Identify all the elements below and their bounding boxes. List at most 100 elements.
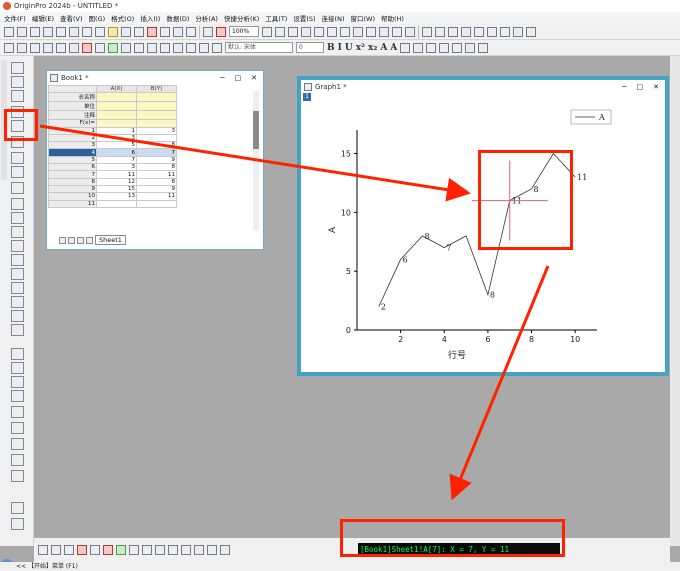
insert-graph-icon[interactable]: [11, 296, 24, 308]
superscript-button[interactable]: x²: [356, 43, 365, 53]
meta-cell[interactable]: [136, 92, 177, 103]
menu-analysis[interactable]: 分析(A): [195, 13, 218, 23]
contour-plot-icon[interactable]: [168, 545, 178, 555]
refresh-icon[interactable]: [275, 26, 285, 37]
zoom-in-icon[interactable]: [43, 42, 53, 53]
save-window-icon[interactable]: [173, 26, 183, 37]
matrix-icon[interactable]: [11, 406, 24, 418]
print-icon[interactable]: [262, 26, 272, 37]
rescale-y-icon[interactable]: [30, 42, 40, 53]
area-plot-icon[interactable]: [116, 545, 126, 555]
layer-contents-icon[interactable]: [121, 42, 131, 53]
italic-button[interactable]: I: [338, 43, 342, 53]
cell[interactable]: 8: [136, 163, 177, 172]
text-tool-icon[interactable]: [11, 198, 24, 210]
color-bars-icon[interactable]: [11, 348, 24, 360]
zoom-tool-icon[interactable]: [11, 76, 24, 88]
menu-graph[interactable]: 图(G): [89, 13, 106, 23]
first-sheet-icon[interactable]: [59, 236, 66, 244]
line-style-icon[interactable]: [452, 42, 463, 53]
meta-cell[interactable]: [96, 92, 137, 103]
font-size-select[interactable]: 0: [296, 42, 324, 53]
table-icon[interactable]: [526, 26, 536, 37]
export-icon[interactable]: [301, 26, 311, 37]
new-matrix-icon[interactable]: [43, 26, 53, 37]
open-excel-icon[interactable]: [134, 26, 144, 37]
draw-data-tool-icon[interactable]: [11, 182, 24, 194]
subscript-button[interactable]: x₂: [368, 43, 377, 53]
menu-connect[interactable]: 连接(N): [322, 13, 345, 23]
cell[interactable]: 6: [96, 148, 137, 157]
row-number[interactable]: 3: [48, 141, 97, 150]
row-number[interactable]: 10: [48, 192, 97, 201]
function-icon[interactable]: [11, 470, 24, 482]
zoom-out-icon[interactable]: [56, 42, 66, 53]
cell[interactable]: 11: [136, 170, 177, 179]
specialized-plot-icon[interactable]: [207, 545, 217, 555]
increase-font-button[interactable]: A: [380, 43, 387, 53]
cell[interactable]: 11: [96, 170, 137, 179]
open-folder-icon[interactable]: [108, 26, 118, 37]
filter-remove-icon[interactable]: [500, 26, 510, 37]
report-icon[interactable]: [11, 362, 24, 374]
filter-funnel-icon[interactable]: [513, 26, 523, 37]
menu-quick-analysis[interactable]: 快捷分析(K): [224, 13, 259, 23]
column-stats-icon[interactable]: [448, 26, 458, 37]
set-column-icon[interactable]: [461, 26, 471, 37]
row-number[interactable]: 1: [48, 126, 97, 135]
scatter-plot-icon[interactable]: [51, 545, 61, 555]
prev-sheet-icon[interactable]: [68, 236, 75, 244]
meta-cell[interactable]: [136, 101, 177, 112]
add-column-icon[interactable]: [474, 26, 484, 37]
zoom-select[interactable]: 100%: [229, 26, 259, 37]
record-icon[interactable]: [216, 26, 226, 37]
row-number[interactable]: 9: [48, 184, 97, 194]
symbol-icon[interactable]: [478, 42, 489, 53]
curved-arrow-tool-icon[interactable]: [11, 226, 24, 238]
cell[interactable]: [136, 133, 177, 143]
meta-cell[interactable]: [96, 110, 137, 121]
column-header-a[interactable]: A(X): [96, 84, 137, 94]
insert-equation-icon[interactable]: [11, 282, 24, 294]
meta-cell[interactable]: [136, 110, 177, 121]
menu-view[interactable]: 查看(V): [60, 13, 83, 23]
menu-edit[interactable]: 编辑(E): [32, 13, 54, 23]
extract-layers-icon[interactable]: [95, 42, 105, 53]
menu-tools[interactable]: 工具(T): [265, 13, 287, 23]
cloud-icon[interactable]: [147, 26, 157, 37]
menu-help[interactable]: 帮助(H): [381, 13, 404, 23]
new-notes-icon[interactable]: [69, 26, 79, 37]
merge-graph-icon[interactable]: [82, 42, 92, 53]
font-color-icon[interactable]: [439, 42, 450, 53]
worksheet-grid[interactable]: A(X) B(Y) 长名称 单位 注释 F(x)= 113 23 358 467…: [48, 84, 263, 208]
multi-panel-icon[interactable]: [103, 545, 113, 555]
workbook-icon[interactable]: [11, 390, 24, 402]
row-number[interactable]: 7: [48, 170, 97, 179]
scroll-thumb[interactable]: [253, 111, 259, 149]
row-number[interactable]: 11: [48, 199, 97, 208]
cell[interactable]: 15: [96, 184, 137, 194]
cell[interactable]: 8: [136, 141, 177, 150]
sort-icon[interactable]: [435, 26, 445, 37]
open-template-icon[interactable]: [121, 26, 131, 37]
pan-tool-icon[interactable]: [11, 268, 24, 280]
template-icon[interactable]: [181, 545, 191, 555]
menu-window[interactable]: 窗口(W): [350, 13, 375, 23]
row-number[interactable]: 8: [48, 177, 97, 186]
decrease-font-button[interactable]: A: [390, 43, 397, 53]
meta-cell[interactable]: [96, 101, 137, 112]
polar-plot-icon[interactable]: [129, 545, 139, 555]
workbook-titlebar[interactable]: Book1 * ─ □ ✕: [47, 71, 263, 84]
close-icon[interactable]: ✕: [251, 74, 257, 82]
add-color-scale-icon[interactable]: [134, 42, 144, 53]
save-project-icon[interactable]: [160, 26, 170, 37]
new-function-icon[interactable]: [56, 26, 66, 37]
rescale-x-icon[interactable]: [17, 42, 27, 53]
save-template-icon[interactable]: [186, 26, 196, 37]
minimize-icon[interactable]: ─: [220, 74, 224, 82]
duplicate-icon[interactable]: [288, 26, 298, 37]
font-select[interactable]: 默认: 宋体: [225, 42, 293, 53]
cell[interactable]: 3: [96, 163, 137, 172]
arrow-tool-icon[interactable]: [11, 212, 24, 224]
rectangle-tool-icon[interactable]: [11, 254, 24, 266]
